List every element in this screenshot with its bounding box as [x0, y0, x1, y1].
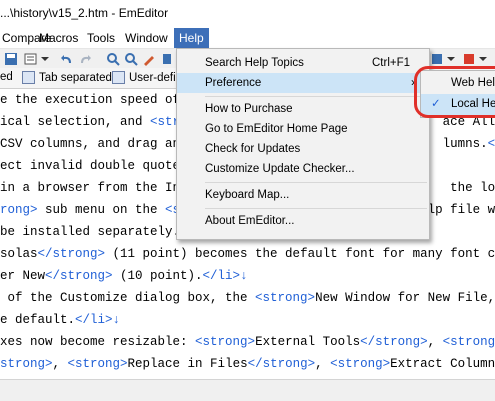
text-run: (10 point).: [112, 269, 203, 283]
tab-label: Tab separated: [39, 71, 112, 84]
menu-item-label: About EmEditor...: [205, 215, 295, 227]
menu-item-label: Customize Update Checker...: [205, 163, 355, 175]
text-run: ,: [52, 357, 68, 371]
grid-icon: [112, 71, 125, 84]
return-mark-icon: ↓: [240, 269, 248, 283]
menu-item-label: Go to EmEditor Home Page: [205, 123, 348, 135]
menu-item-customize-update-checker[interactable]: Customize Update Checker...: [177, 159, 429, 179]
bookmark-icon[interactable]: [160, 52, 174, 66]
text-run: Extract Columns: [390, 357, 495, 371]
return-mark-icon: ↓: [112, 313, 121, 327]
menu-item-label: How to Purchase: [205, 103, 293, 115]
menu-macros[interactable]: Macros: [34, 30, 83, 46]
replace-icon[interactable]: [142, 52, 156, 66]
tab-ed[interactable]: ed: [0, 71, 13, 83]
html-tag-text: </li: [487, 137, 495, 151]
html-tag-text: </li>: [202, 269, 241, 283]
menu-separator: [205, 182, 427, 183]
menu-item-how-to-purchase[interactable]: How to Purchase: [177, 99, 429, 119]
html-tag-text: <strong>: [195, 335, 256, 349]
text-run: ical selection, and: [0, 115, 151, 129]
text-run: e default.: [0, 313, 76, 327]
html-tag-text: <strong>: [442, 335, 495, 349]
tab-label: ed: [0, 71, 13, 83]
title-bar: ...\history\v15_2.htm - EmEditor: [0, 0, 495, 28]
menu-item-label: Search Help Topics: [205, 57, 304, 69]
html-tag-text: rong>: [0, 203, 38, 217]
menu-item-check-for-updates[interactable]: Check for Updates: [177, 139, 429, 159]
dropdown-arrow-icon[interactable]: [476, 52, 490, 66]
redo-icon[interactable]: [78, 52, 92, 66]
html-tag-text: </strong>: [37, 247, 106, 261]
editor-line[interactable]: strong>, <strong>Replace in Files</stron…: [0, 355, 495, 373]
status-bar: [0, 379, 495, 401]
html-tag-text: </strong>: [45, 269, 113, 283]
editor-line[interactable]: xes now become resizable: <strong>Extern…: [0, 333, 495, 351]
text-run: New Window for New File, othe: [315, 291, 495, 305]
html-tag-text: </strong>: [247, 357, 316, 371]
dropdown-arrow-icon[interactable]: [444, 52, 458, 66]
tab-user-defined[interactable]: User-defi: [112, 71, 176, 84]
editor-line[interactable]: of the Customize dialog box, the <strong…: [0, 289, 495, 307]
menu-item-label: Keyboard Map...: [205, 189, 290, 201]
help-menu-dropdown: Search Help Topics Ctrl+F1 Preference › …: [176, 48, 430, 240]
editor-line[interactable]: ect invalid double quotes: [0, 157, 188, 175]
text-run: CSV columns, and drag and: [0, 137, 188, 151]
window-title: ...\history\v15_2.htm - EmEditor: [0, 6, 169, 20]
text-run: sub menu on the: [37, 203, 166, 217]
text-run: in a browser from the Int: [0, 181, 188, 195]
text-run: ,: [315, 357, 331, 371]
toolbar-red-icon[interactable]: [462, 52, 476, 66]
html-tag-text: <strong>: [67, 357, 128, 371]
html-tag-text: <strong>: [255, 291, 316, 305]
open-icon[interactable]: [24, 52, 38, 66]
text-run: er New: [0, 269, 46, 283]
grid-icon: [22, 71, 35, 84]
text-run: External Tools: [255, 335, 361, 349]
menu-item-keyboard-map[interactable]: Keyboard Map...: [177, 185, 429, 205]
text-run: lumns.: [442, 137, 488, 151]
undo-icon[interactable]: [60, 52, 74, 66]
shortcut-label: Ctrl+F1: [372, 57, 411, 69]
html-tag-text: </li>: [75, 313, 113, 327]
tab-label: User-defi: [129, 71, 176, 84]
text-run: be installed separately.: [0, 225, 181, 239]
menu-separator: [205, 208, 427, 209]
text-run: of the Customize dialog box, the: [0, 291, 256, 305]
save-icon[interactable]: [4, 52, 18, 66]
menu-tools[interactable]: Tools: [82, 30, 120, 46]
html-tag-text: </strong>: [360, 335, 428, 349]
menu-help[interactable]: Help: [174, 28, 209, 48]
text-run: xes now become resizable:: [0, 335, 196, 349]
menu-separator: [205, 96, 427, 97]
editor-line[interactable]: er New</strong> (10 point).</li>↓: [0, 267, 248, 285]
menu-item-about-emeditor[interactable]: About EmEditor...: [177, 211, 429, 231]
editor-line[interactable]: solas</strong> (11 point) becomes the de…: [0, 245, 495, 263]
tab-tab-separated[interactable]: Tab separated: [22, 71, 112, 84]
menu-item-search-help-topics[interactable]: Search Help Topics Ctrl+F1: [177, 53, 429, 73]
text-run: ,: [427, 335, 443, 349]
html-tag-text: <strong>: [330, 357, 391, 371]
menu-item-go-to-home-page[interactable]: Go to EmEditor Home Page: [177, 119, 429, 139]
editor-line[interactable]: e default.</li>↓: [0, 311, 120, 329]
text-run: the local: [450, 181, 495, 195]
text-run: solas: [0, 247, 38, 261]
highlight-callout: [414, 66, 495, 118]
menu-item-label: Check for Updates: [205, 143, 301, 155]
text-run: (11 point) becomes the default font for …: [105, 247, 495, 261]
html-tag-text: strong>: [0, 357, 53, 371]
menu-window[interactable]: Window: [120, 30, 173, 46]
text-run: e the execution speed of: [0, 93, 188, 107]
find-next-icon[interactable]: [124, 52, 138, 66]
dropdown-arrow-icon[interactable]: [38, 52, 52, 66]
find-icon[interactable]: [106, 52, 120, 66]
menu-item-preference[interactable]: Preference ›: [177, 73, 429, 93]
menu-bar: Compare Macros Tools Window Help: [0, 28, 495, 48]
text-run: ect invalid double quotes: [0, 159, 188, 173]
toolbar-blue-icon[interactable]: [430, 52, 444, 66]
menu-item-label: Preference: [205, 77, 262, 89]
text-run: Replace in Files: [127, 357, 248, 371]
